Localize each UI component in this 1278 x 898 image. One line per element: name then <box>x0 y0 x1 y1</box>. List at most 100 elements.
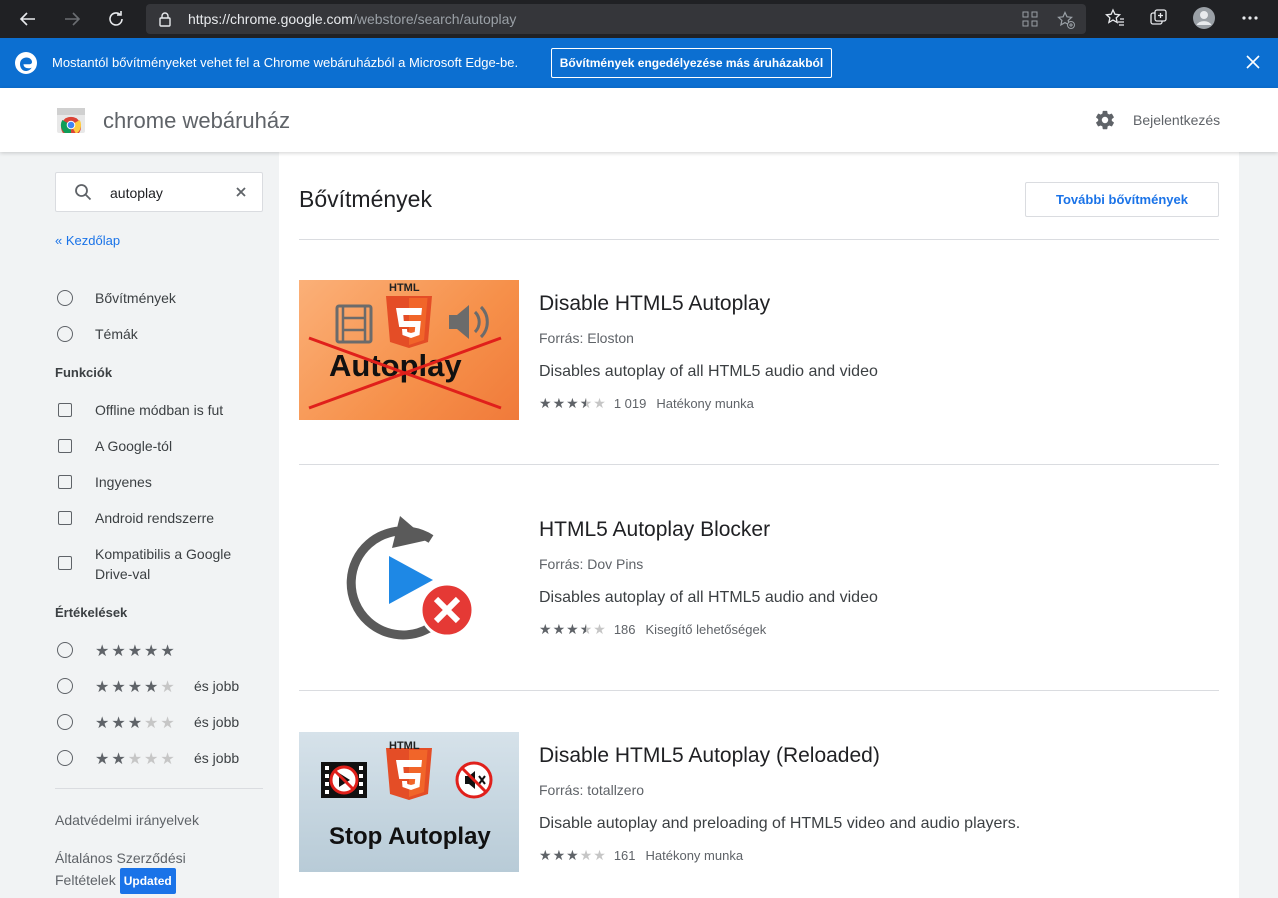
thumb-label: Stop Autoplay <box>329 823 491 850</box>
collections-icon[interactable] <box>1149 8 1169 33</box>
extension-description: Disables autoplay of all HTML5 audio and… <box>539 589 878 606</box>
page-title: Bővítmények <box>299 186 432 212</box>
extension-rating: ★★★★★ 1 019 Hatékony munka <box>539 395 754 412</box>
extension-name[interactable]: HTML5 Autoplay Blocker <box>539 518 770 542</box>
extension-description: Disable autoplay and preloading of HTML5… <box>539 815 1021 832</box>
profile-icon[interactable] <box>1192 6 1216 35</box>
rating-stars: ★ ★ ★ ★ ★ <box>539 846 606 863</box>
result-item[interactable]: HTML5 Autoplay Blocker Forrás: Dov Pins … <box>299 506 1219 646</box>
store-header: chrome webáruház Bejelentkezés <box>0 88 1278 152</box>
radio-button[interactable] <box>57 750 73 766</box>
search-input-value[interactable]: autoplay <box>110 185 163 201</box>
extension-category: Hatékony munka <box>656 395 754 411</box>
terms-link[interactable]: Általános Szerződési Feltételek Updated <box>55 848 225 894</box>
more-icon[interactable] <box>1240 10 1260 31</box>
rating-option-4[interactable]: ★ ★ ★ ★ ★ és jobb <box>55 677 263 697</box>
extension-thumbnail[interactable]: HTML Stop Autoplay <box>299 732 519 872</box>
edge-logo-icon <box>14 51 38 75</box>
banner-message: Mostantól bővítményeket vehet fel a Chro… <box>52 55 519 70</box>
gear-icon[interactable] <box>1094 109 1116 136</box>
play-blocked-icon <box>346 516 475 640</box>
close-icon[interactable] <box>1245 54 1261 75</box>
more-extensions-button[interactable]: További bővítmények <box>1025 182 1219 217</box>
option-label: Bővítmények <box>95 290 176 306</box>
rating-stars: ★ ★ ★ ★ ★ <box>539 395 606 412</box>
forward-icon[interactable] <box>60 7 84 31</box>
radio-button[interactable] <box>57 714 73 730</box>
checkbox[interactable] <box>58 475 72 489</box>
option-label: Ingyenes <box>95 474 152 490</box>
signin-link[interactable]: Bejelentkezés <box>1133 112 1220 128</box>
extension-category: Hatékony munka <box>645 847 744 863</box>
privacy-link[interactable]: Adatvédelmi irányelvek <box>55 812 199 828</box>
search-icon <box>74 183 92 206</box>
rating-stars: ★ ★ ★ ★ ★ <box>95 679 175 696</box>
rating-count: 161 <box>613 847 636 863</box>
updated-badge: Updated <box>119 868 176 894</box>
favorites-icon[interactable] <box>1104 8 1125 33</box>
browser-toolbar: https://chrome.google.com/webstore/searc… <box>0 0 1278 38</box>
url-text: https://chrome.google.com/webstore/searc… <box>188 11 517 27</box>
results-panel: Bővítmények További bővítmények HTML Aut… <box>279 152 1239 898</box>
radio-button[interactable] <box>57 290 73 306</box>
rating-stars: ★ ★ ★ ★ ★ <box>95 751 175 768</box>
chrome-webstore-logo-icon[interactable] <box>56 106 86 139</box>
allow-other-stores-button[interactable]: Bővítmények engedélyezése más áruházakbó… <box>551 48 832 78</box>
store-title[interactable]: chrome webáruház <box>103 108 290 134</box>
extension-rating: ★★★★★ 186 Kisegítő lehetőségek <box>539 621 767 638</box>
extension-description: Disables autoplay of all HTML5 audio and… <box>539 363 878 380</box>
lock-icon[interactable] <box>158 11 172 32</box>
edge-extensions-banner: Mostantól bővítményeket vehet fel a Chro… <box>0 38 1278 88</box>
extension-name[interactable]: Disable HTML5 Autoplay (Reloaded) <box>539 744 880 768</box>
divider <box>299 464 1219 465</box>
favorite-add-icon[interactable] <box>1057 11 1075 34</box>
rating-count: 186 <box>613 621 636 637</box>
rating-stars: ★ ★ ★ ★ ★ <box>95 643 175 660</box>
sidebar-divider <box>55 788 263 789</box>
checkbox[interactable] <box>58 556 72 570</box>
radio-button[interactable] <box>57 326 73 342</box>
rating-option-5[interactable]: ★ ★ ★ ★ ★ <box>55 641 263 661</box>
ratings-heading: Értékelések <box>55 605 128 620</box>
refresh-icon[interactable] <box>104 7 128 31</box>
clear-search-icon[interactable] <box>235 185 247 203</box>
features-heading: Funkciók <box>55 365 113 380</box>
back-icon[interactable] <box>16 7 40 31</box>
extension-source: Forrás: Dov Pins <box>539 556 644 572</box>
extension-category: Kisegítő lehetőségek <box>645 621 767 637</box>
and-better-label: és jobb <box>194 750 240 766</box>
divider <box>299 690 1219 691</box>
apps-icon[interactable] <box>1022 11 1038 32</box>
and-better-label: és jobb <box>194 678 240 694</box>
rating-stars: ★ ★ ★ ★ ★ <box>95 715 175 732</box>
result-item[interactable]: HTML Stop Autoplay Disable HTML5 Autopla… <box>299 732 1219 872</box>
extension-rating: ★ ★ ★ ★ ★ 161 Hatékony munka <box>539 847 743 863</box>
search-input[interactable]: autoplay <box>55 172 263 212</box>
radio-button[interactable] <box>57 642 73 658</box>
filter-sidebar: autoplay « Kezdőlap Bővítmények Témák Fu… <box>39 152 279 898</box>
extension-source: Forrás: totallzero <box>539 782 645 798</box>
thumb-badge: HTML <box>389 740 420 752</box>
address-bar[interactable]: https://chrome.google.com/webstore/searc… <box>146 4 1086 34</box>
option-label: Offline módban is fut <box>95 402 224 418</box>
extension-name[interactable]: Disable HTML5 Autoplay <box>539 292 770 316</box>
checkbox[interactable] <box>58 439 72 453</box>
option-label: Android rendszerre <box>95 510 215 526</box>
radio-button[interactable] <box>57 678 73 694</box>
extension-source: Forrás: Eloston <box>539 330 634 346</box>
rating-option-2[interactable]: ★ ★ ★ ★ ★ és jobb <box>55 749 263 769</box>
rating-count: 1 019 <box>613 395 647 411</box>
stop-autoplay-icons <box>321 748 493 800</box>
extension-thumbnail[interactable]: HTML Autoplay <box>299 280 519 420</box>
result-item[interactable]: HTML Autoplay Disable HTML5 Autoplay For… <box>299 280 1219 420</box>
strike-cross-icon <box>308 336 502 410</box>
option-label: A Google-tól <box>95 438 173 454</box>
option-label: Kompatibilis a Google Drive-val <box>95 546 232 582</box>
home-link[interactable]: « Kezdőlap <box>55 233 120 248</box>
checkbox[interactable] <box>58 511 72 525</box>
rating-option-3[interactable]: ★ ★ ★ ★ ★ és jobb <box>55 713 263 733</box>
extension-thumbnail[interactable] <box>299 506 519 646</box>
checkbox[interactable] <box>58 403 72 417</box>
divider <box>299 239 1219 240</box>
and-better-label: és jobb <box>194 714 240 730</box>
